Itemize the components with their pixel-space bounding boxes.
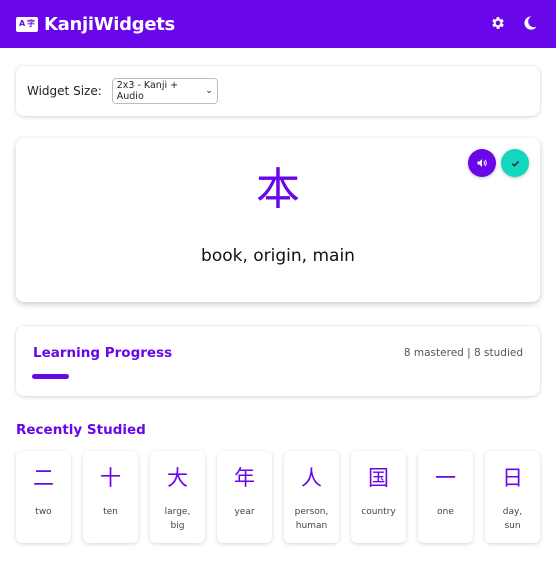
top-app-bar: A 字 KanjiWidgets bbox=[0, 0, 556, 48]
recent-kanji-list: 二 two 十 ten 大 large, big 年 year 人 person, human 国 c… bbox=[16, 451, 544, 543]
translate-logo-icon: A 字 bbox=[16, 16, 38, 32]
progress-bar bbox=[32, 374, 69, 379]
recent-kanji-character: 二 bbox=[33, 466, 54, 490]
recent-kanji-tile[interactable]: 人 person, human bbox=[284, 451, 339, 543]
recent-kanji-character: 大 bbox=[167, 466, 188, 490]
recent-kanji-character: 日 bbox=[502, 466, 523, 490]
widget-size-card: Widget Size: 2x3 - Kanji + Audio ⌄ bbox=[16, 66, 540, 116]
kanji-widget-card bbox=[16, 138, 540, 302]
learning-progress-card: Learning Progress 8 mastered | 8 studied bbox=[16, 326, 540, 396]
progress-stats: 8 mastered | 8 studied bbox=[403, 347, 523, 359]
recent-kanji-meaning: day, sun bbox=[502, 507, 523, 531]
moon-icon[interactable] bbox=[522, 15, 538, 31]
recent-kanji-meaning: ten bbox=[103, 507, 118, 517]
learning-progress-title: Learning Progress bbox=[33, 345, 173, 361]
recent-kanji-tile[interactable]: 十 ten bbox=[83, 451, 138, 543]
app-title: KanjiWidgets bbox=[44, 13, 175, 35]
recent-kanji-meaning: one bbox=[437, 507, 454, 517]
widget-size-selected-value: 2x3 - Kanji + Audio bbox=[116, 80, 179, 102]
check-icon bbox=[511, 160, 519, 167]
recent-kanji-tile[interactable]: 日 day, sun bbox=[485, 451, 540, 543]
recent-kanji-character: 国 bbox=[368, 466, 389, 490]
logo-letter-a: A bbox=[18, 19, 26, 28]
play-audio-button[interactable] bbox=[468, 149, 496, 177]
mark-mastered-button[interactable] bbox=[501, 149, 529, 177]
recent-kanji-meaning: two bbox=[35, 507, 52, 517]
recent-kanji-meaning: person, human bbox=[294, 507, 329, 531]
header-actions bbox=[490, 15, 538, 31]
recent-kanji-tile[interactable]: 大 large, big bbox=[150, 451, 205, 543]
recent-kanji-tile[interactable]: 二 two bbox=[16, 451, 71, 543]
recent-kanji-tile[interactable]: 国 country bbox=[351, 451, 406, 543]
recent-kanji-tile[interactable]: 年 year bbox=[217, 451, 272, 543]
recent-kanji-tile[interactable]: 一 one bbox=[418, 451, 473, 543]
widget-size-label: Widget Size: bbox=[27, 84, 102, 98]
kanji-character: 本 bbox=[256, 164, 300, 215]
recent-kanji-character: 十 bbox=[100, 466, 121, 490]
kanji-meaning: book, origin, main bbox=[201, 246, 355, 266]
chevron-down-icon: ⌄ bbox=[205, 86, 213, 96]
recent-kanji-meaning: country bbox=[361, 507, 396, 517]
logo-letter-kanji: 字 bbox=[27, 19, 36, 28]
recent-kanji-character: 年 bbox=[234, 466, 255, 490]
speaker-icon bbox=[477, 159, 487, 167]
recent-kanji-character: 一 bbox=[435, 466, 456, 490]
widget-size-select[interactable]: 2x3 - Kanji + Audio ⌄ bbox=[111, 78, 218, 104]
recently-studied-title: Recently Studied bbox=[16, 422, 146, 438]
recent-kanji-meaning: large, big bbox=[164, 507, 191, 531]
gear-icon[interactable] bbox=[490, 15, 506, 31]
recent-kanji-meaning: year bbox=[234, 507, 255, 517]
recent-kanji-character: 人 bbox=[301, 466, 322, 490]
